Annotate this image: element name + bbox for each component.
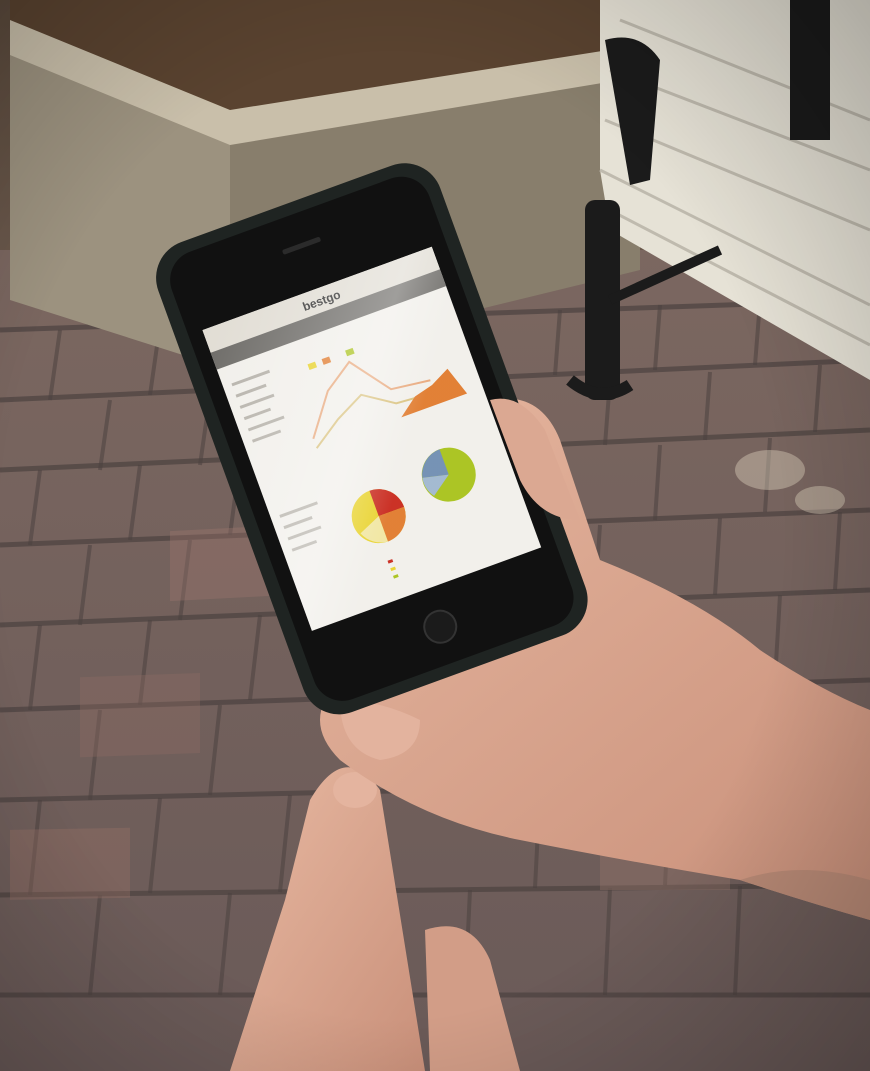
photo-illustration: bestgo [0,0,870,1071]
photo-scene: bestgo [0,0,870,1071]
